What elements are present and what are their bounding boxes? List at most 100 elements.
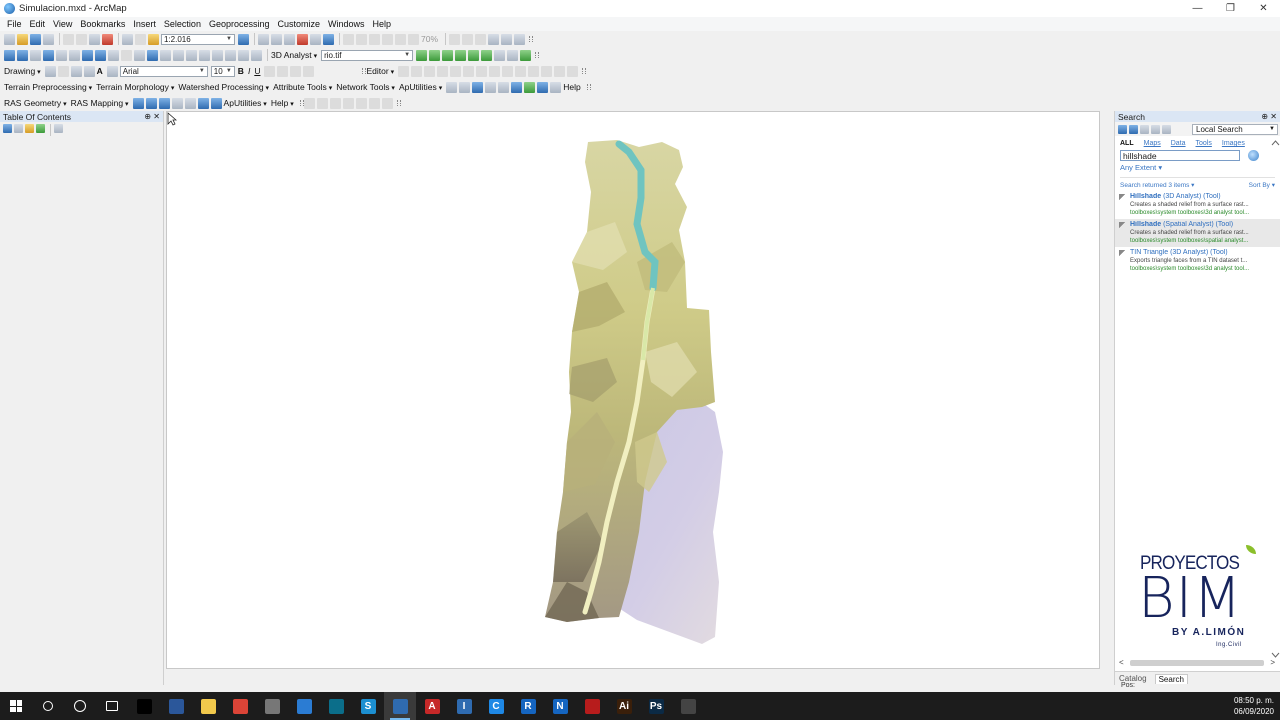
edit-tool-icon[interactable]: [398, 65, 410, 77]
layout-full-extent-icon[interactable]: [382, 33, 393, 45]
select-element-icon[interactable]: [44, 65, 56, 77]
rotate-icon[interactable]: [57, 65, 69, 77]
data-driven-pages-icon[interactable]: [488, 33, 500, 45]
search-input[interactable]: hillshade: [1120, 150, 1240, 161]
pan-icon[interactable]: [30, 49, 41, 61]
sketch-flow-icon[interactable]: [537, 81, 549, 93]
redo-icon[interactable]: [135, 33, 146, 45]
navisworks-app-icon[interactable]: N: [544, 692, 576, 720]
arcglobe-icon[interactable]: [520, 49, 532, 61]
editor-menu[interactable]: Editor: [366, 66, 394, 76]
layout-prev-extent-icon[interactable]: [408, 33, 419, 45]
search-go-icon[interactable]: [1248, 150, 1259, 161]
zoom-in-icon[interactable]: [4, 49, 15, 61]
search-options-icon[interactable]: [1162, 124, 1171, 134]
help-menu-hydro[interactable]: Help: [563, 82, 580, 92]
document-app-icon[interactable]: [288, 692, 320, 720]
interpolate-point-icon[interactable]: [468, 49, 480, 61]
underline-button[interactable]: U: [254, 66, 260, 76]
menu-edit[interactable]: Edit: [26, 19, 50, 29]
python-window-icon[interactable]: [310, 33, 321, 45]
search-result-hillshade-spatial[interactable]: Hillshade (Spatial Analyst) (Tool) Creat…: [1115, 219, 1280, 247]
editor-toolbar-icon[interactable]: [238, 33, 249, 45]
minimize-button[interactable]: —: [1181, 0, 1214, 17]
italic-button[interactable]: I: [248, 66, 250, 76]
menu-file[interactable]: File: [3, 19, 26, 29]
route-icon[interactable]: [501, 33, 513, 45]
search-refresh-icon[interactable]: [1151, 124, 1160, 134]
layout-pan-icon[interactable]: [369, 33, 380, 45]
aputilities-menu[interactable]: ApUtilities: [399, 82, 442, 92]
tab-search[interactable]: Search: [1154, 673, 1188, 684]
infraworks-app-icon[interactable]: I: [448, 692, 480, 720]
new-document-icon[interactable]: [4, 33, 15, 45]
filter-all[interactable]: ALL: [1120, 140, 1134, 147]
measure-icon[interactable]: [186, 49, 197, 61]
search-result-hillshade-3d[interactable]: Hillshade (3D Analyst) (Tool) Creates a …: [1115, 191, 1280, 219]
point-delineation-icon[interactable]: [459, 81, 471, 93]
toc-options-icon[interactable]: [54, 124, 63, 133]
sketchup-app-icon[interactable]: S: [352, 692, 384, 720]
text-tool-icon[interactable]: A: [97, 66, 103, 76]
edit-vertices-2-icon[interactable]: [476, 65, 488, 77]
hyperlink-icon[interactable]: [160, 49, 171, 61]
edit-annotation-icon[interactable]: [411, 65, 423, 77]
profile-graph-icon[interactable]: [494, 49, 506, 61]
search-pin-close-buttons[interactable]: ⊕ ✕: [1261, 112, 1277, 121]
fill-color-icon[interactable]: [277, 65, 289, 77]
toc-pin-close-buttons[interactable]: ⊕ ✕: [144, 112, 160, 121]
toc-window-icon[interactable]: [258, 33, 269, 45]
fixed-zoom-in-icon[interactable]: [56, 49, 67, 61]
search-forward-icon[interactable]: [1129, 124, 1138, 134]
change-layout-icon[interactable]: [475, 33, 487, 45]
arctoolbox-icon[interactable]: [297, 33, 308, 45]
ras-tool-icon[interactable]: [342, 97, 354, 109]
forward-extent-icon[interactable]: [95, 49, 106, 61]
network-app-icon[interactable]: [256, 692, 288, 720]
save-icon[interactable]: [30, 33, 41, 45]
filter-tools[interactable]: Tools: [1196, 140, 1212, 147]
catalog-window-icon[interactable]: [271, 33, 282, 45]
paste-icon[interactable]: [89, 33, 100, 45]
create-features-icon[interactable]: [567, 65, 579, 77]
font-combo[interactable]: Arial ▼: [119, 65, 208, 77]
layout-zoom-in-icon[interactable]: [343, 33, 354, 45]
menu-help[interactable]: Help: [369, 19, 396, 29]
play-icon[interactable]: [303, 97, 315, 109]
search-vertical-scrollbar[interactable]: [1271, 139, 1280, 659]
sketch-properties-icon[interactable]: [554, 65, 566, 77]
flip-line-icon[interactable]: [184, 97, 196, 109]
maximize-button[interactable]: ❐: [1214, 0, 1247, 17]
global-point-icon[interactable]: [524, 81, 536, 93]
chrome-icon[interactable]: [224, 692, 256, 720]
start-button[interactable]: [0, 692, 32, 720]
full-extent-icon[interactable]: [43, 49, 54, 61]
autodesk-app-icon[interactable]: [576, 692, 608, 720]
list-by-selection-icon[interactable]: [36, 124, 45, 133]
network-icon[interactable]: [514, 33, 526, 45]
civil3d-app-icon[interactable]: C: [480, 692, 512, 720]
network-tools-menu[interactable]: Network Tools: [336, 82, 395, 92]
attributes-icon[interactable]: [541, 65, 553, 77]
reshape-icon[interactable]: [489, 65, 501, 77]
interpolate-polygon-icon[interactable]: [481, 49, 493, 61]
menu-geoprocessing[interactable]: Geoprocessing: [205, 19, 274, 29]
clear-selection-icon[interactable]: [121, 49, 132, 61]
close-button[interactable]: ✕: [1247, 0, 1280, 17]
find-icon[interactable]: [199, 49, 210, 61]
delete-icon[interactable]: [102, 33, 113, 45]
identify-icon[interactable]: [147, 49, 158, 61]
undo-icon[interactable]: [122, 33, 133, 45]
ras-measure-icon[interactable]: [355, 97, 367, 109]
hydro-edit-icon[interactable]: [550, 81, 562, 93]
viewer-window-icon[interactable]: [251, 49, 262, 61]
aputilities-menu-ras[interactable]: ApUtilities: [224, 98, 267, 108]
assign-from-station-icon[interactable]: [145, 97, 157, 109]
font-size-combo[interactable]: 10 ▼: [210, 65, 235, 77]
layout-zoom-percent[interactable]: 70%: [421, 34, 438, 44]
filter-maps[interactable]: Maps: [1144, 140, 1161, 147]
folder-icon[interactable]: [192, 692, 224, 720]
back-extent-icon[interactable]: [82, 49, 93, 61]
search-horizontal-scrollbar[interactable]: < >: [1119, 658, 1275, 667]
search-home-icon[interactable]: [1140, 124, 1149, 134]
